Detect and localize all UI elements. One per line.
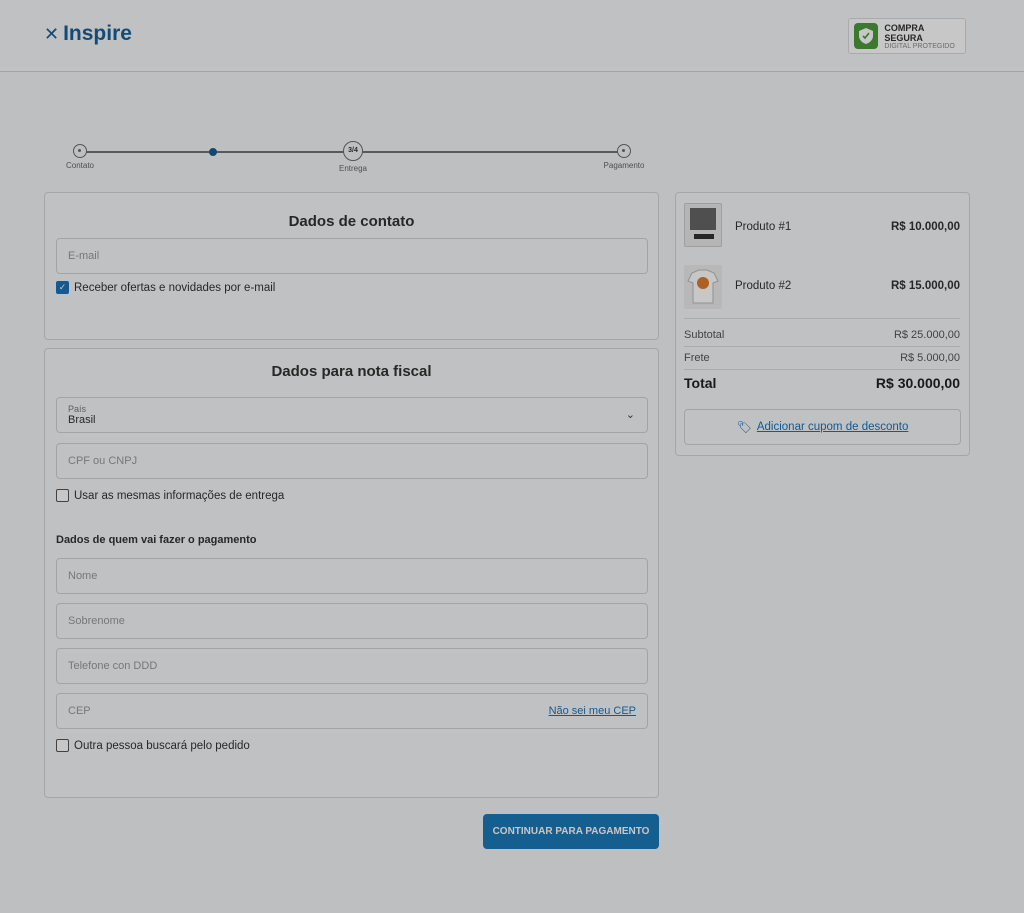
step-contact[interactable]: Contato (50, 140, 110, 170)
subtotal-row: Subtotal R$ 25.000,00 (684, 329, 960, 341)
shipping-value: R$ 5.000,00 (900, 352, 960, 364)
total-label: Total (684, 375, 717, 391)
step-delivery-label: Entrega (338, 164, 368, 173)
divider (684, 346, 960, 347)
chevron-down-icon: ⌄ (625, 409, 635, 421)
order-summary: Produto #1 R$ 10.000,00 Produto #2 R$ 15… (675, 192, 970, 456)
country-label: País (68, 404, 87, 414)
name-field[interactable]: Nome (56, 558, 648, 594)
step-payment-label: Pagamento (603, 161, 645, 170)
shipping-label: Frete (684, 352, 710, 364)
brand-logo[interactable]: ✕ Inspire (44, 22, 132, 46)
total-row: Total R$ 30.000,00 (684, 375, 960, 391)
invoice-title: Dados para nota fiscal (271, 363, 432, 380)
checkbox-box[interactable] (56, 739, 69, 752)
country-select[interactable]: País Brasil ⌄ (56, 397, 648, 433)
step-payment[interactable]: Pagamento (594, 140, 654, 170)
secure-purchase-badge: COMPRA SEGURA DIGITAL PROTEGIDO (848, 18, 966, 54)
email-field[interactable]: E-mail (56, 238, 648, 274)
other-person-checkbox[interactable]: Outra pessoa buscará pelo pedido (56, 739, 250, 752)
product-1-image (684, 203, 722, 247)
cpf-cnpj-field[interactable]: CPF ou CNPJ (56, 443, 648, 479)
product-1-name: Produto #1 (735, 221, 792, 233)
country-value: Brasil (68, 414, 96, 426)
total-value: R$ 30.000,00 (875, 375, 960, 391)
product-1-price: R$ 10.000,00 (890, 221, 960, 233)
step-delivery[interactable]: 3/4 Entrega (323, 140, 383, 173)
secure-badge-title: COMPRA SEGURA (884, 22, 925, 43)
invoice-card: Dados para nota fiscal País Brasil ⌄ CPF… (44, 348, 659, 798)
product-2-image (684, 265, 722, 309)
checkbox-box[interactable] (56, 489, 69, 502)
other-person-label: Outra pessoa buscará pelo pedido (74, 739, 250, 752)
same-info-label: Usar as mesmas informações de entrega (74, 489, 285, 502)
cep-placeholder: CEP (68, 705, 91, 717)
offers-checkbox[interactable]: ✓ Receber ofertas e novidades por e-mail (56, 281, 275, 294)
same-info-checkbox[interactable]: Usar as mesmas informações de entrega (56, 489, 284, 502)
payer-heading: Dados de quem vai fazer o pagamento (56, 534, 257, 546)
step-contact-label: Contato (65, 161, 95, 170)
offers-label: Receber ofertas e novidades por e-mail (74, 281, 276, 294)
step-contact-dot (73, 144, 87, 158)
cep-lookup-link[interactable]: Não sei meu CEP (549, 705, 636, 717)
check-icon[interactable]: ✓ (56, 281, 69, 294)
contact-title: Dados de contato (288, 213, 415, 230)
secure-badge-subtitle: DIGITAL PROTEGIDO (884, 42, 955, 50)
product-2-price: R$ 15.000,00 (890, 280, 960, 292)
logo-x-icon: ✕ (44, 23, 60, 44)
divider (684, 318, 960, 319)
product-2-name: Produto #2 (735, 280, 792, 292)
site-header: ✕ Inspire COMPRA SEGURA DIGITAL PROTEGID… (0, 0, 1024, 72)
logo-text: Inspire (63, 22, 132, 45)
coupon-button[interactable]: 🏷 Adicionar cupom de desconto (684, 409, 961, 445)
subtotal-value: R$ 25.000,00 (893, 329, 960, 341)
shipping-row: Frete R$ 5.000,00 (684, 352, 960, 364)
step-delivery-dot: 3/4 (343, 141, 363, 161)
step-progress-marker (183, 140, 243, 156)
continue-to-payment-button[interactable]: CONTINUAR PARA PAGAMENTO (483, 814, 659, 849)
coupon-link[interactable]: Adicionar cupom de desconto (757, 421, 909, 433)
subtotal-label: Subtotal (684, 329, 725, 341)
checkout-stepper: Contato 3/4 Entrega Pagamento (60, 140, 660, 180)
step-progress-dot (209, 148, 217, 156)
tag-icon: 🏷 (736, 420, 752, 434)
surname-field[interactable]: Sobrenome (56, 603, 648, 639)
contact-card: Dados de contato E-mail ✓ Receber oferta… (44, 192, 659, 340)
divider (684, 369, 960, 370)
phone-field[interactable]: Telefone con DDD (56, 648, 648, 684)
shield-icon (854, 23, 879, 49)
cep-field[interactable]: CEP Não sei meu CEP (56, 693, 648, 729)
step-payment-dot (617, 144, 631, 158)
